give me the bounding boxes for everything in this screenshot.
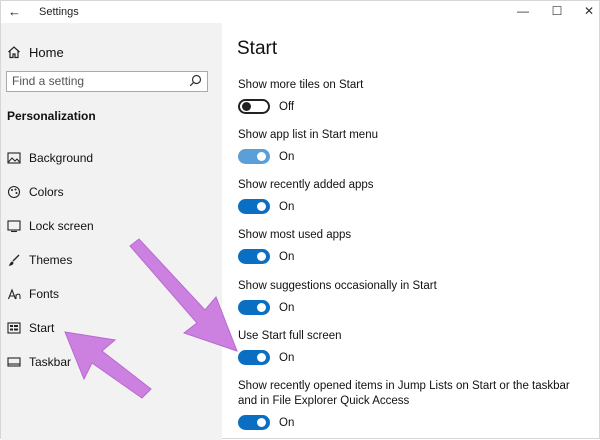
setting-label: Show recently opened items in Jump Lists…	[238, 380, 570, 407]
page-title: Start	[237, 38, 278, 59]
recently-added-toggle[interactable]	[238, 199, 270, 214]
home-icon	[7, 45, 21, 59]
sidebar-item-colors[interactable]: Colors	[7, 182, 64, 202]
toggle-state-text: On	[279, 150, 295, 163]
toggle-state-text: On	[279, 250, 295, 263]
sidebar-item-themes[interactable]: Themes	[7, 250, 72, 270]
sidebar-item-home[interactable]: Home	[7, 42, 64, 62]
setting-label: Use Start full screen	[238, 330, 342, 342]
sidebar-item-label: Start	[29, 321, 55, 335]
sidebar-item-label: Fonts	[29, 287, 60, 301]
sidebar-item-label: Colors	[29, 185, 64, 199]
sidebar-item-label: Taskbar	[29, 355, 72, 369]
sidebar-item-label: Themes	[29, 253, 73, 267]
sidebar-item-label: Background	[29, 151, 94, 165]
full-screen-toggle[interactable]	[238, 350, 270, 365]
brush-icon	[7, 253, 21, 267]
setting-recently-added: Show recently added apps On	[238, 178, 588, 214]
sidebar: Home Personalization Background Colors	[1, 23, 222, 440]
setting-label: Show suggestions occasionally in Start	[238, 280, 437, 292]
close-button[interactable]: ✕	[579, 4, 599, 18]
main-content: Start Show more tiles on Start Off Show …	[222, 23, 600, 440]
most-used-toggle[interactable]	[238, 249, 270, 264]
start-icon	[7, 321, 21, 335]
setting-full-screen: Use Start full screen On	[238, 329, 588, 365]
window-title: Settings	[39, 6, 79, 18]
title-bar: ← Settings — ☐ ✕	[1, 1, 600, 23]
taskbar-icon	[7, 355, 21, 369]
minimize-button[interactable]: —	[513, 4, 533, 18]
jump-lists-toggle[interactable]	[238, 415, 270, 430]
setting-app-list: Show app list in Start menu On	[238, 128, 588, 164]
setting-label: Show recently added apps	[238, 179, 374, 191]
setting-most-used: Show most used apps On	[238, 228, 588, 264]
palette-icon	[7, 185, 21, 199]
sidebar-item-background[interactable]: Background	[7, 148, 93, 168]
font-icon	[7, 287, 21, 301]
suggestions-toggle[interactable]	[238, 300, 270, 315]
setting-suggestions: Show suggestions occasionally in Start O…	[238, 279, 588, 315]
setting-more-tiles: Show more tiles on Start Off	[238, 78, 588, 114]
setting-label: Show more tiles on Start	[238, 79, 364, 91]
setting-jump-lists: Show recently opened items in Jump Lists…	[238, 379, 578, 430]
setting-label: Show app list in Start menu	[238, 129, 378, 141]
maximize-button[interactable]: ☐	[547, 4, 567, 18]
search-box[interactable]	[6, 71, 208, 92]
sidebar-item-label: Lock screen	[29, 219, 94, 233]
search-input[interactable]	[12, 74, 182, 88]
more-tiles-toggle[interactable]	[238, 99, 270, 114]
settings-window: ← Settings — ☐ ✕ Home Personalization Ba…	[0, 0, 600, 440]
sidebar-item-taskbar[interactable]: Taskbar	[7, 352, 71, 372]
section-heading: Personalization	[7, 109, 96, 123]
search-icon[interactable]	[189, 74, 202, 92]
toggle-state-text: On	[279, 351, 295, 364]
back-button[interactable]: ←	[8, 4, 21, 19]
image-icon	[7, 151, 21, 165]
toggle-state-text: Off	[279, 100, 295, 113]
sidebar-item-start[interactable]: Start	[7, 318, 54, 338]
sidebar-item-label: Home	[29, 44, 64, 60]
sidebar-item-lock-screen[interactable]: Lock screen	[7, 216, 94, 236]
sidebar-item-fonts[interactable]: Fonts	[7, 284, 59, 304]
toggle-state-text: On	[279, 301, 295, 314]
lock-screen-icon	[7, 219, 21, 233]
toggle-state-text: On	[279, 416, 295, 429]
app-list-toggle[interactable]	[238, 149, 270, 164]
toggle-state-text: On	[279, 200, 295, 213]
setting-label: Show most used apps	[238, 229, 352, 241]
